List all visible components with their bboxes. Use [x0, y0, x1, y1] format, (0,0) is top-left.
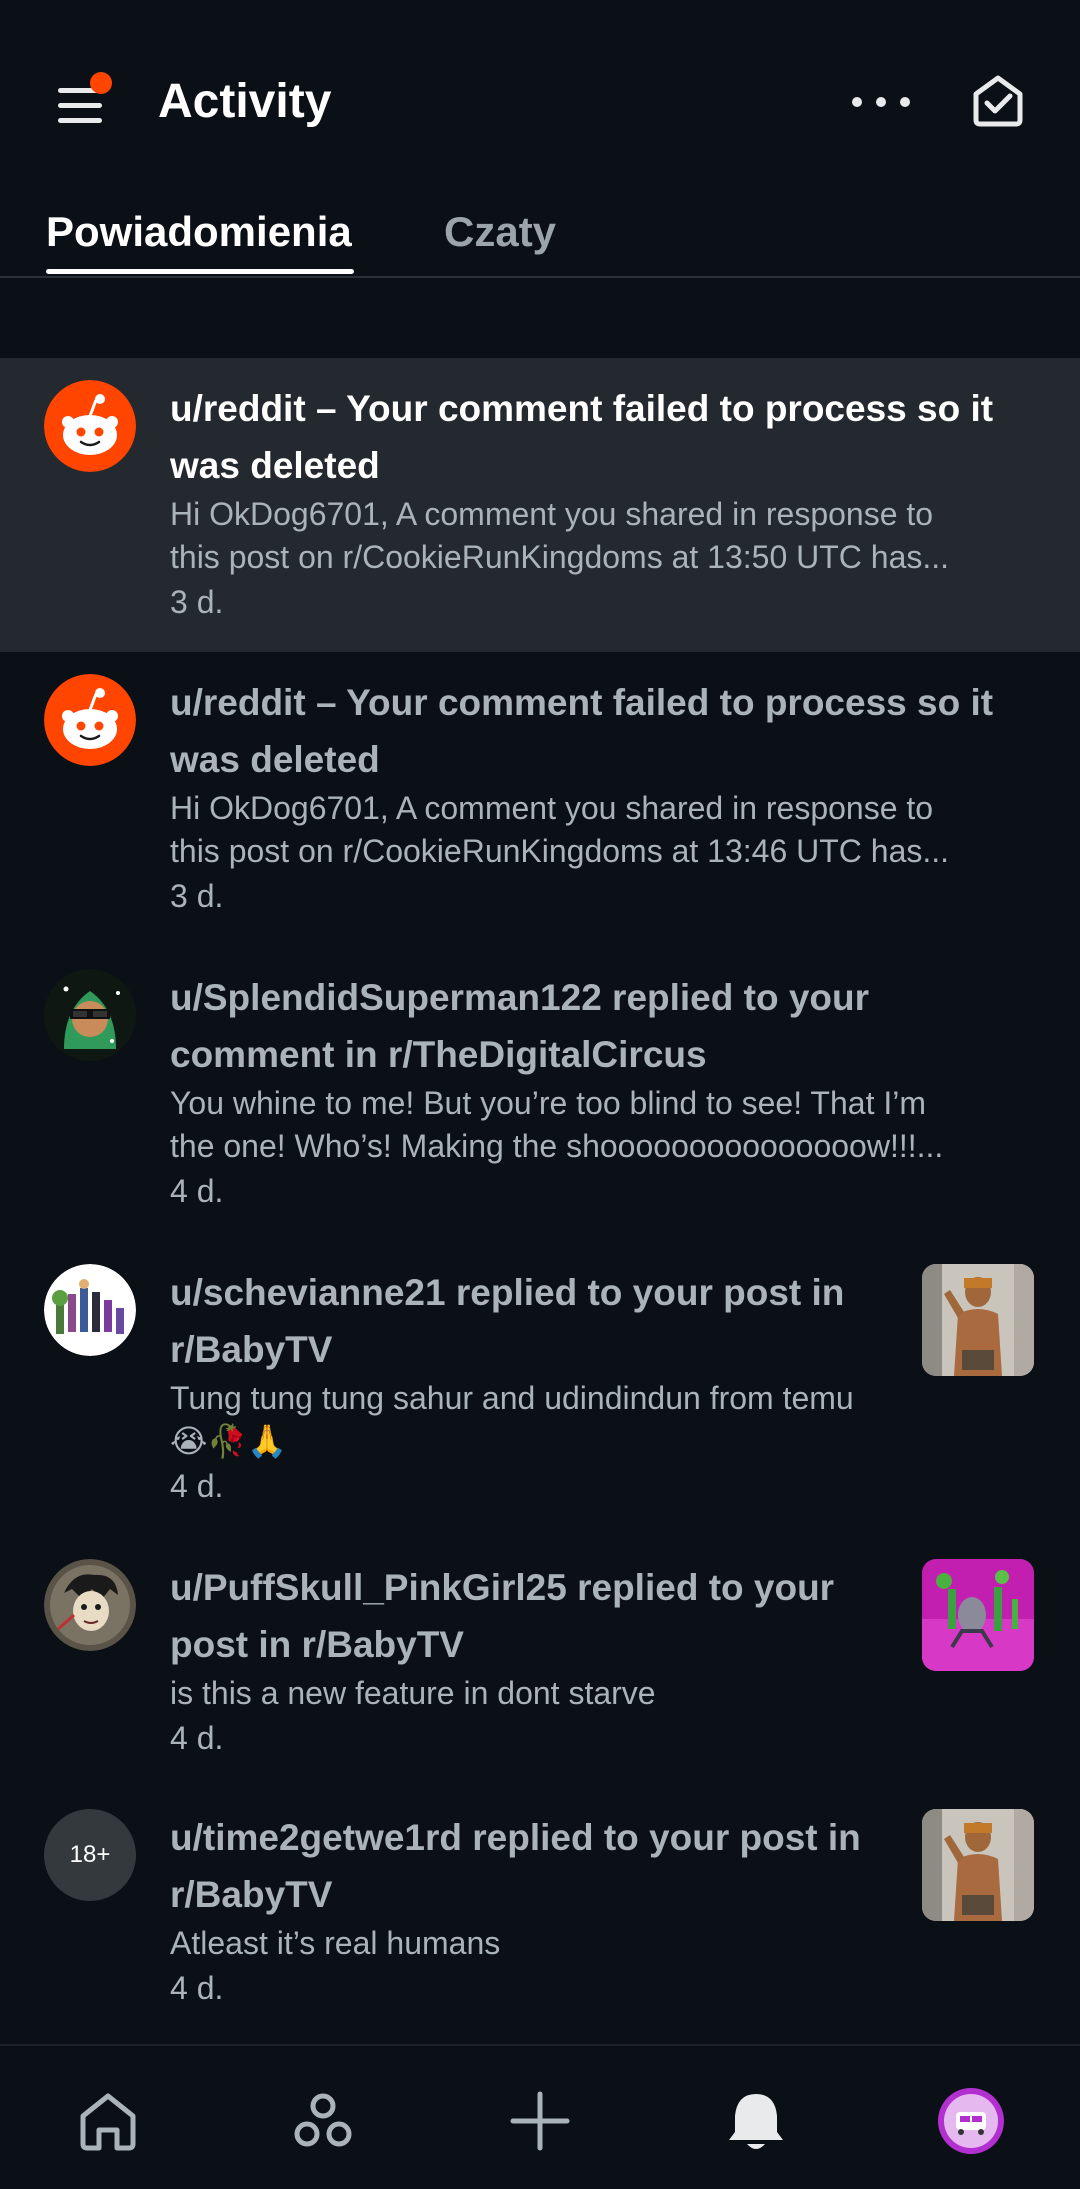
notification-title: u/time2getwe1rd replied to your post in	[170, 1817, 861, 1858]
nsfw-avatar: 18+	[44, 1809, 136, 1901]
notification-body-emoji: 😭🥀🙏	[170, 1423, 288, 1459]
tab-notifications[interactable]: Powiadomienia	[46, 208, 352, 256]
notification-title: u/schevianne21 replied to your post in	[170, 1272, 845, 1313]
notification-title-cont: was deleted	[170, 445, 380, 486]
notification-time: 4 d.	[170, 1970, 224, 2006]
notification-dot	[90, 72, 112, 94]
notification-body: Atleast it’s real humans	[170, 1925, 501, 1961]
notification-body: Hi OkDog6701, A comment you shared in re…	[170, 790, 934, 826]
notification-time: 3 d.	[170, 878, 224, 914]
notification-body: Tung tung tung sahur and udindindun from…	[170, 1380, 854, 1416]
notification-body-cont: the one! Who’s! Making the shooooooooooo…	[170, 1128, 944, 1164]
user-avatar-dont-starve	[44, 1559, 136, 1651]
bell-icon[interactable]	[721, 2086, 791, 2156]
mark-all-read-icon[interactable]	[968, 70, 1028, 130]
reddit-snoo-icon	[44, 380, 136, 472]
create-post-icon[interactable]	[505, 2086, 575, 2156]
profile-avatar-icon[interactable]	[936, 2086, 1006, 2156]
bottom-navigation	[0, 2044, 1080, 2189]
post-thumbnail[interactable]	[922, 1809, 1034, 1921]
notification-title-cont: r/BabyTV	[170, 1874, 333, 1915]
notification-time: 4 d.	[170, 1173, 224, 1209]
tab-chats[interactable]: Czaty	[444, 208, 556, 256]
notification-time: 3 d.	[170, 584, 224, 620]
notification-body: Hi OkDog6701, A comment you shared in re…	[170, 496, 934, 532]
notification-title: u/PuffSkull_PinkGirl25 replied to your	[170, 1567, 835, 1608]
tab-bar: Powiadomienia Czaty	[0, 200, 1080, 278]
notification-body-cont: this post on r/CookieRunKingdoms at 13:4…	[170, 833, 950, 869]
user-avatar-characters	[44, 1264, 136, 1356]
notification-body-cont: this post on r/CookieRunKingdoms at 13:5…	[170, 539, 950, 575]
post-thumbnail[interactable]	[922, 1264, 1034, 1376]
notification-title: u/SplendidSuperman122 replied to your	[170, 977, 870, 1018]
notification-item[interactable]: u/reddit – Your comment failed to proces…	[0, 358, 1080, 652]
notification-item[interactable]: 18+ u/time2getwe1rd replied to your post…	[0, 1787, 1080, 2037]
hamburger-menu-icon[interactable]	[48, 72, 112, 134]
notification-item[interactable]: u/PuffSkull_PinkGirl25 replied to your p…	[0, 1537, 1080, 1787]
notification-item[interactable]: u/SplendidSuperman122 replied to your co…	[0, 947, 1080, 1242]
communities-icon[interactable]	[288, 2086, 358, 2156]
more-options-icon[interactable]	[852, 80, 910, 124]
notification-title-cont: r/BabyTV	[170, 1329, 333, 1370]
notification-body: is this a new feature in dont starve	[170, 1675, 656, 1711]
home-icon[interactable]	[73, 2086, 143, 2156]
notification-time: 4 d.	[170, 1468, 224, 1504]
notification-title-cont: was deleted	[170, 739, 380, 780]
reddit-snoo-icon	[44, 674, 136, 766]
active-tab-indicator	[46, 269, 354, 274]
nsfw-avatar-label: 18+	[69, 1841, 111, 1868]
notification-list: u/reddit – Your comment failed to proces…	[0, 358, 1080, 2037]
notification-title: u/reddit – Your comment failed to proces…	[170, 682, 994, 723]
header: Activity	[0, 0, 1080, 205]
activity-screen: Activity Powiadomienia Czaty u/reddit – …	[0, 0, 1080, 2189]
notification-title-cont: post in r/BabyTV	[170, 1624, 464, 1665]
notification-body: You whine to me! But you’re too blind to…	[170, 1085, 926, 1121]
page-title: Activity	[158, 75, 332, 128]
notification-item[interactable]: u/schevianne21 replied to your post in r…	[0, 1242, 1080, 1537]
notification-time: 4 d.	[170, 1720, 224, 1756]
user-avatar-green-hood	[44, 969, 136, 1061]
post-thumbnail[interactable]	[922, 1559, 1034, 1671]
notification-title-cont: comment in r/TheDigitalCircus	[170, 1034, 707, 1075]
notification-item[interactable]: u/reddit – Your comment failed to proces…	[0, 652, 1080, 947]
notification-title: u/reddit – Your comment failed to proces…	[170, 388, 994, 429]
